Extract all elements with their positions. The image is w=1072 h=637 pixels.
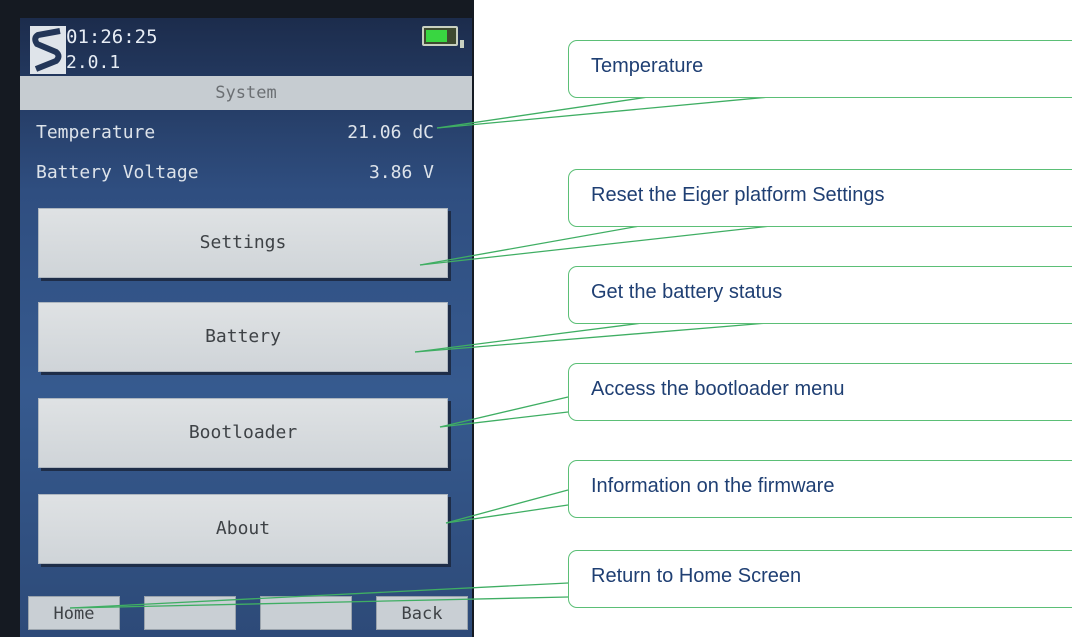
about-button[interactable]: About bbox=[38, 494, 448, 564]
settings-button[interactable]: Settings bbox=[38, 208, 448, 278]
callout-settings: Reset the Eiger platform Settings bbox=[568, 169, 1072, 227]
callout-bootloader-text: Access the bootloader menu bbox=[591, 378, 845, 400]
bootloader-button[interactable]: Bootloader bbox=[38, 398, 448, 468]
callout-temperature-text: Temperature bbox=[591, 55, 704, 77]
home-softkey-label: Home bbox=[53, 604, 95, 624]
back-softkey[interactable]: Back bbox=[376, 596, 468, 630]
page-title: System bbox=[215, 83, 277, 103]
brand-logo-icon bbox=[30, 26, 66, 74]
battery-level-fill bbox=[426, 30, 447, 42]
battery-terminal bbox=[460, 40, 464, 48]
callout-about-text: Information on the firmware bbox=[591, 475, 835, 497]
firmware-version: 2.0.1 bbox=[66, 52, 121, 73]
clock: 01:26:25 bbox=[66, 26, 158, 48]
bootloader-button-label: Bootloader bbox=[188, 422, 298, 443]
battery-voltage-label: Battery Voltage bbox=[36, 162, 199, 183]
callout-battery-text: Get the battery status bbox=[591, 281, 783, 303]
callout-about: Information on the firmware bbox=[568, 460, 1072, 518]
temperature-value: 21.06 dC bbox=[347, 122, 434, 143]
home-softkey[interactable]: Home bbox=[28, 596, 120, 630]
softkey-2[interactable] bbox=[144, 596, 236, 630]
battery-icon bbox=[422, 26, 464, 48]
temperature-label: Temperature bbox=[36, 122, 156, 143]
battery-button[interactable]: Battery bbox=[38, 302, 448, 372]
screen: 01:26:25 2.0.1 System Temperature 21.06 … bbox=[20, 18, 472, 637]
callout-battery: Get the battery status bbox=[568, 266, 1072, 324]
callout-bootloader: Access the bootloader menu bbox=[568, 363, 1072, 421]
battery-button-label: Battery bbox=[205, 326, 281, 347]
device-display: 01:26:25 2.0.1 System Temperature 21.06 … bbox=[0, 0, 474, 637]
callout-settings-text: Reset the Eiger platform Settings bbox=[591, 184, 885, 206]
battery-voltage-value: 3.86 V bbox=[368, 162, 434, 183]
settings-button-label: Settings bbox=[199, 232, 287, 253]
callout-home-text: Return to Home Screen bbox=[591, 565, 802, 587]
softkey-3[interactable] bbox=[260, 596, 352, 630]
callout-temperature: Temperature bbox=[568, 40, 1072, 98]
title-bar: System bbox=[20, 76, 472, 110]
back-softkey-label: Back bbox=[401, 604, 443, 624]
callout-home: Return to Home Screen bbox=[568, 550, 1072, 608]
about-button-label: About bbox=[215, 518, 271, 539]
